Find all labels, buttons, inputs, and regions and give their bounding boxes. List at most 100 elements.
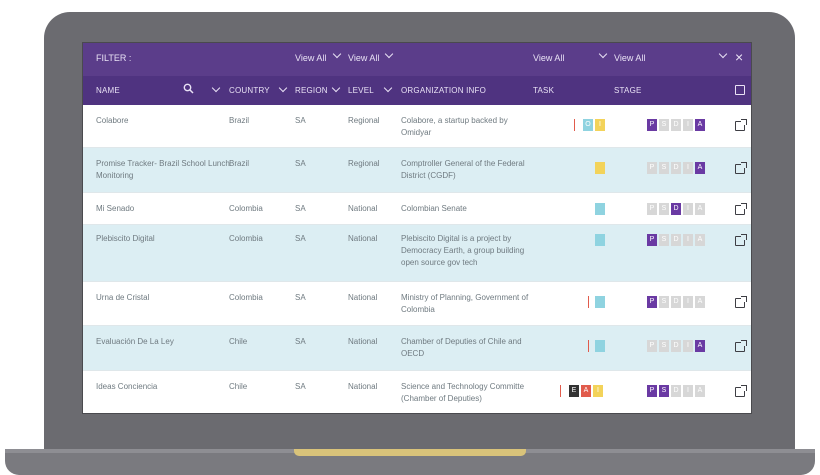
level-filter-select[interactable]: View All bbox=[348, 53, 379, 63]
cell-name[interactable]: Mi Senado bbox=[96, 203, 231, 215]
cell-organization: Plebiscito Digital is a project by Democ… bbox=[401, 234, 525, 267]
stage-s: S bbox=[659, 340, 669, 352]
chevron-down-icon[interactable] bbox=[332, 49, 342, 59]
stage-d: D bbox=[671, 162, 681, 174]
open-external-icon[interactable] bbox=[735, 162, 747, 174]
open-external-icon[interactable] bbox=[735, 296, 747, 308]
stage-i: I bbox=[683, 119, 693, 131]
chevron-down-icon[interactable] bbox=[598, 49, 608, 59]
cell-organization: Science and Technology Committe (Chamber… bbox=[401, 382, 525, 403]
open-external-icon[interactable] bbox=[735, 385, 747, 397]
stage-d: D bbox=[671, 340, 681, 352]
chevron-down-icon[interactable] bbox=[278, 83, 288, 93]
cell-level: National bbox=[348, 382, 378, 391]
chevron-down-icon[interactable] bbox=[384, 49, 394, 59]
chevron-down-icon[interactable] bbox=[331, 83, 341, 93]
table-row[interactable]: Ideas Conciencia Chile SA National Scien… bbox=[83, 371, 751, 413]
table-row[interactable]: Plebiscito Digital Colombia SA National … bbox=[83, 225, 751, 282]
stage-s: S bbox=[659, 203, 669, 215]
cell-country: Chile bbox=[229, 337, 248, 346]
table-row[interactable]: Promise Tracker- Brazil School Lunch Mon… bbox=[83, 148, 751, 193]
region-filter-select[interactable]: View All bbox=[295, 53, 326, 63]
laptop-hinge bbox=[294, 449, 526, 456]
task-marker bbox=[588, 340, 589, 352]
cell-organization: Colombian Senate bbox=[401, 204, 467, 213]
column-header-country[interactable]: COUNTRY bbox=[229, 86, 270, 95]
cell-region: SA bbox=[295, 204, 306, 213]
cell-level: Regional bbox=[348, 159, 380, 168]
stage-i: I bbox=[683, 385, 693, 397]
column-header-level[interactable]: LEVEL bbox=[348, 86, 374, 95]
stage-p: P bbox=[647, 162, 657, 174]
stage-a: A bbox=[695, 385, 705, 397]
stage-s: S bbox=[659, 162, 669, 174]
cell-organization: Chamber of Deputies of Chile and OECD bbox=[401, 337, 522, 358]
cell-country: Colombia bbox=[229, 234, 263, 243]
stage-d: D bbox=[671, 234, 681, 246]
stage-d: D bbox=[671, 119, 681, 131]
cell-region: SA bbox=[295, 159, 306, 168]
stage-a: A bbox=[695, 234, 705, 246]
cell-region: SA bbox=[295, 116, 306, 125]
task-badge bbox=[595, 340, 605, 352]
search-icon[interactable] bbox=[183, 83, 194, 96]
stage-a: A bbox=[695, 340, 705, 352]
chevron-down-icon[interactable] bbox=[718, 49, 728, 59]
cell-level: National bbox=[348, 293, 378, 302]
task-filter-select[interactable]: View All bbox=[533, 53, 564, 63]
stage-d: D bbox=[671, 203, 681, 215]
table-row[interactable]: Colabore Brazil SA Regional Colabore, a … bbox=[83, 105, 751, 148]
task-marker bbox=[574, 119, 575, 131]
stage-i: I bbox=[683, 162, 693, 174]
stage-a: A bbox=[695, 296, 705, 308]
open-external-icon[interactable] bbox=[735, 234, 747, 246]
cell-region: SA bbox=[295, 234, 306, 243]
close-filter-button[interactable]: × bbox=[735, 49, 743, 65]
stage-a: A bbox=[695, 119, 705, 131]
stage-p: P bbox=[647, 385, 657, 397]
cell-organization: Comptroller General of the Federal Distr… bbox=[401, 159, 525, 180]
cell-name[interactable]: Plebiscito Digital bbox=[96, 233, 231, 245]
stage-d: D bbox=[671, 385, 681, 397]
stage-s: S bbox=[659, 234, 669, 246]
filter-bar: FILTER : View All View All View All View… bbox=[83, 43, 751, 76]
export-icon[interactable] bbox=[735, 85, 745, 95]
table-row[interactable]: Mi Senado Colombia SA National Colombian… bbox=[83, 193, 751, 225]
table-row[interactable]: Evaluación De La Ley Chile SA National C… bbox=[83, 326, 751, 371]
stage-filter-select[interactable]: View All bbox=[614, 53, 645, 63]
cell-region: SA bbox=[295, 382, 306, 391]
task-badge: I bbox=[593, 385, 603, 397]
cell-name[interactable]: Ideas Conciencia bbox=[96, 381, 231, 393]
stage-p: P bbox=[647, 234, 657, 246]
task-badge bbox=[595, 203, 605, 215]
cell-organization: Ministry of Planning, Government of Colo… bbox=[401, 293, 529, 314]
task-badge: I bbox=[595, 119, 605, 131]
table-body: Colabore Brazil SA Regional Colabore, a … bbox=[83, 105, 751, 413]
column-header-organization: ORGANIZATION INFO bbox=[401, 86, 487, 95]
stage-d: D bbox=[671, 296, 681, 308]
stage-a: A bbox=[695, 162, 705, 174]
table-row[interactable]: Urna de Cristal Colombia SA National Min… bbox=[83, 282, 751, 326]
column-header-region[interactable]: REGION bbox=[295, 86, 328, 95]
column-header-stage[interactable]: STAGE bbox=[614, 86, 642, 95]
open-external-icon[interactable] bbox=[735, 119, 747, 131]
open-external-icon[interactable] bbox=[735, 340, 747, 352]
cell-organization: Colabore, a startup backed by Omidyar bbox=[401, 116, 508, 137]
task-marker bbox=[588, 296, 589, 308]
chevron-down-icon[interactable] bbox=[383, 83, 393, 93]
cell-name[interactable]: Urna de Cristal bbox=[96, 292, 231, 304]
task-badge: A bbox=[581, 385, 591, 397]
cell-level: Regional bbox=[348, 116, 380, 125]
cell-name[interactable]: Colabore bbox=[96, 115, 231, 127]
open-external-icon[interactable] bbox=[735, 203, 747, 215]
column-header-name[interactable]: NAME bbox=[96, 86, 120, 95]
task-badge bbox=[595, 234, 605, 246]
cell-name[interactable]: Evaluación De La Ley bbox=[96, 336, 231, 348]
task-badge bbox=[595, 296, 605, 308]
stage-i: I bbox=[683, 296, 693, 308]
column-header-task[interactable]: TASK bbox=[533, 86, 554, 95]
task-badge: O bbox=[583, 119, 593, 131]
cell-name[interactable]: Promise Tracker- Brazil School Lunch Mon… bbox=[96, 158, 231, 182]
chevron-down-icon[interactable] bbox=[211, 83, 221, 93]
cell-country: Colombia bbox=[229, 293, 263, 302]
